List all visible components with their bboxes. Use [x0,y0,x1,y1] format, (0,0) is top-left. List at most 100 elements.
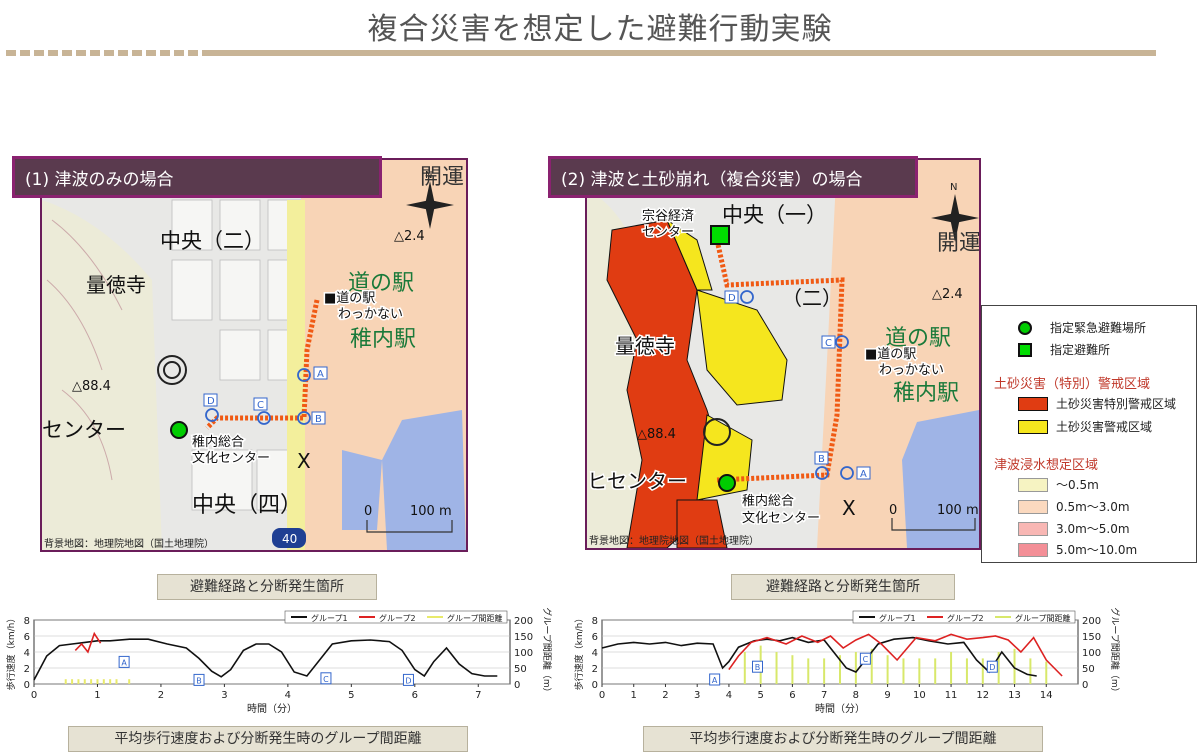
marker-label: D [989,663,995,672]
legend-label: グループ間距離 [1015,613,1071,623]
map1-note-line2: わっかない [338,307,403,322]
y-tick-right: 0 [514,680,520,691]
marker-label: D [405,676,411,685]
depth-2-swatch [1018,500,1048,514]
map1-station-name: 稚内駅 [350,327,416,352]
y-tick-left: 0 [592,680,598,691]
map2-center-left: ヒセンター [587,469,687,493]
map1-point-c: C [257,400,264,411]
legend-label: グループ2 [947,613,984,623]
marker-label: C [323,675,329,684]
x-tick-label: 7 [475,690,481,701]
series-group1-line [33,638,498,681]
x-tick-label: 2 [158,690,164,701]
x-tick-label: 9 [884,690,890,701]
x-tick-label: 14 [1040,690,1053,701]
marker-label: C [863,655,869,664]
legend-depth-2: 0.5m～3.0m [1056,500,1130,514]
map1-point-d: D [207,396,215,407]
map2-scale-0: 0 [889,503,897,518]
map2-area-top: 中央（一） [722,203,827,227]
x-tick-label: 6 [789,690,795,701]
y-tick-right: 200 [514,616,533,627]
map1-cut-mark: X [297,449,311,473]
marker-label: A [712,676,718,685]
map1-label: (1) 津波のみの場合 [12,156,382,198]
x-tick-label: 0 [599,690,605,701]
depth-4-swatch [1018,543,1048,557]
marker-label: B [196,676,202,685]
map1-area-bottom: 中央（四） [192,493,302,518]
legend-landslide-warning: 土砂災害警戒区域 [1056,420,1153,434]
x-axis-label: 時間（分） [247,703,297,715]
map2-center-name-1: 稚内総合 [742,493,794,509]
x-tick-label: 12 [976,690,989,701]
map2-big-label: 開運 [937,231,979,256]
y-axis-label-right: グループ間距離（m） [541,607,553,696]
legend-landslide-header: 土砂災害（特別）警戒区域 [994,377,1151,392]
map1-caption: 避難経路と分断発生箇所 [157,574,377,600]
title-rule-solid [206,50,1156,56]
x-tick-label: 1 [94,690,100,701]
series-group1-line [601,636,1037,677]
x-tick-label: 11 [945,690,958,701]
legend-emergency-shelter: 指定緊急避難場所 [1050,321,1147,335]
map2-label: (2) 津波と土砂崩れ（複合災害）の場合 [548,156,918,198]
x-axis-label: 時間（分） [815,703,865,715]
legend-tsunami-header: 津波浸水想定区域 [994,458,1099,473]
map2-point-b: B [818,454,825,465]
map1-road-no: 40 [282,532,297,546]
y-tick-right: 100 [1082,648,1101,659]
legend-label: グループ1 [311,613,348,623]
map1-scale-0: 0 [364,504,372,519]
y-tick-right: 150 [1082,632,1101,643]
legend-landslide-special: 土砂災害特別警戒区域 [1056,397,1177,411]
y-tick-right: 150 [514,632,533,643]
map2-station-name: 稚内駅 [893,381,959,406]
map2-north: N [950,182,957,193]
legend-label: グループ2 [379,613,416,623]
map2-temple: 量徳寺 [615,334,675,358]
map1-elev1: △88.4 [72,379,111,394]
x-tick-label: 4 [726,690,732,701]
x-tick-label: 8 [853,690,859,701]
map-legend: 指定緊急避難場所 指定避難所 土砂災害（特別）警戒区域 土砂災害特別警戒区域 土… [981,305,1197,563]
legend-label: グループ間距離 [447,613,503,623]
map1-scale-100: 100 m [410,504,452,519]
y-tick-right: 50 [514,664,527,675]
y-tick-left: 2 [592,664,598,675]
y-tick-left: 8 [592,616,598,627]
y-tick-right: 50 [1082,664,1095,675]
map2-area-mid: （二） [782,286,842,310]
map-panel-1[interactable]: 中央（二） 量徳寺 道の駅 稚内駅 ■道の駅 わっかない センター 稚内総合 文… [40,158,468,552]
x-tick-label: 7 [821,690,827,701]
y-tick-right: 0 [1082,680,1088,691]
map2-note-line2: わっかない [879,363,944,378]
y-tick-left: 8 [24,616,30,627]
map1-point-a: A [317,369,324,380]
map-panel-2[interactable]: 中央（一） （二） 量徳寺 道の駅 稚内駅 ■道の駅 わっかない ヒセンター 稚… [585,158,981,550]
x-tick-label: 3 [694,690,700,701]
map2-caption: 避難経路と分断発生箇所 [731,574,955,600]
title-rule-dotted [6,50,206,56]
legend-depth-3: 3.0m～5.0m [1056,522,1130,536]
map2-point-c: C [825,338,832,349]
x-tick-label: 13 [1008,690,1021,701]
legend-depth-4: 5.0m～10.0m [1056,543,1138,557]
map1-note-line1: ■道の駅 [324,291,375,306]
x-tick-label: 5 [348,690,354,701]
map1-big-label: 開運 [420,165,464,190]
chart-1: 0 2 4 6 8 0 50 100 150 200 0 1 2 3 4 5 6 7 時間（分） 歩行速度（km/h）… [0,607,560,720]
x-tick-label: 5 [757,690,763,701]
y-axis-label-right: グループ間距離（m） [1109,607,1121,696]
map2-center-name-2: 文化センター [742,511,820,526]
legend-label: グループ1 [879,613,916,623]
x-tick-label: 6 [412,690,418,701]
y-axis-label-left: 歩行速度（km/h） [573,614,585,691]
map2-cut-mark: X [842,496,856,520]
map2-note-line1: ■道の駅 [865,347,916,362]
map2-elev2: △2.4 [932,287,963,302]
map1-credit: 背景地図：地理院地図（国土地理院） [44,537,214,550]
y-tick-left: 0 [24,680,30,691]
map2-shelter-2: センター [642,225,694,240]
